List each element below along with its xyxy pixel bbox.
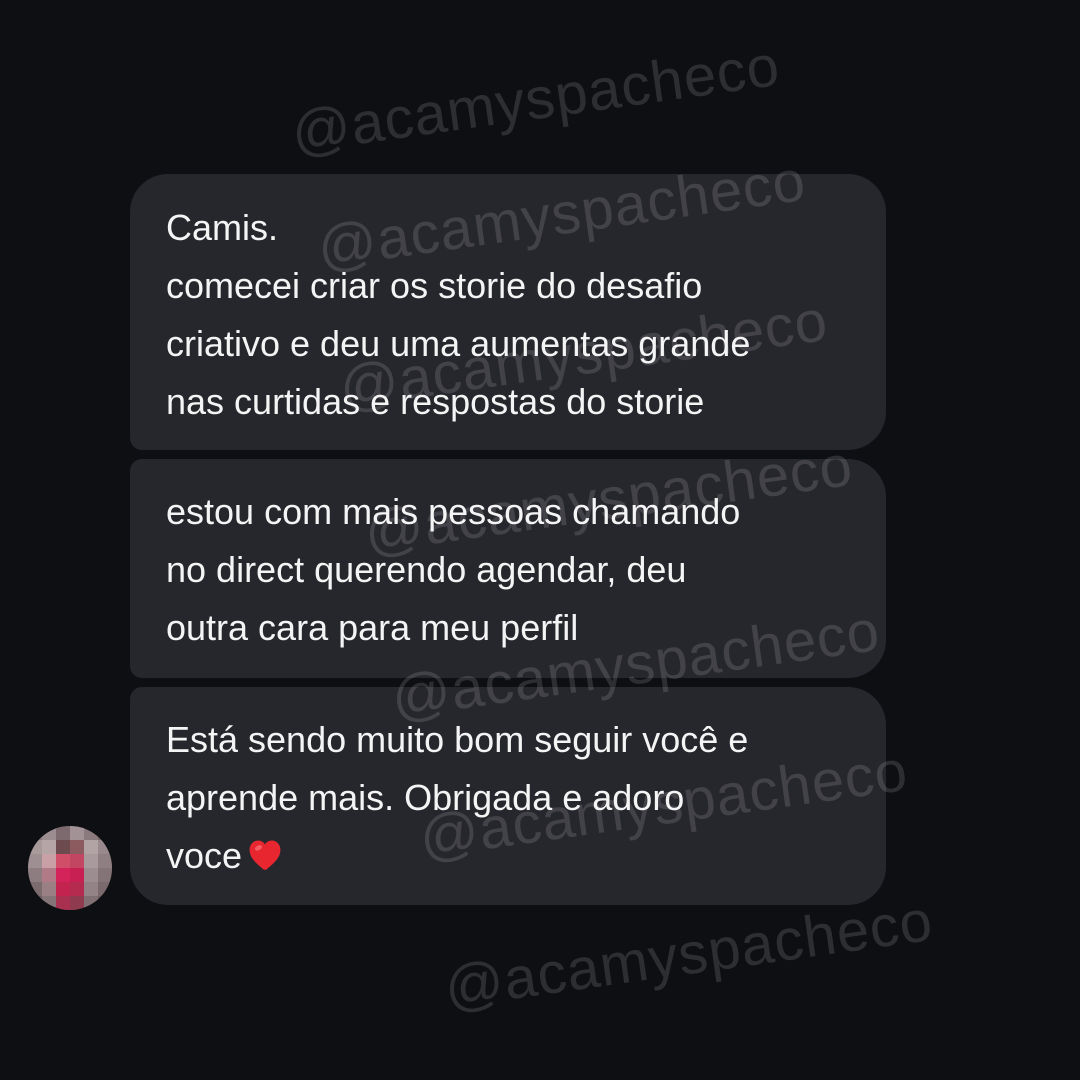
message-text-line: nas curtidas e respostas do storie bbox=[166, 381, 705, 422]
watermark: @acamyspacheco bbox=[287, 32, 784, 166]
message-text: voce bbox=[166, 835, 243, 876]
red-heart-icon bbox=[249, 840, 281, 870]
message-bubble[interactable]: Camis. comecei criar os storie do desafi… bbox=[130, 174, 886, 450]
message-text-line: Camis. bbox=[166, 207, 279, 248]
message-text-line: Está sendo muito bom seguir você e bbox=[166, 719, 749, 760]
watermark: @acamyspacheco bbox=[440, 887, 937, 1021]
message-text-line: estou com mais pessoas chamando bbox=[166, 491, 741, 532]
chat-screen: Camis. comecei criar os storie do desafi… bbox=[0, 0, 1080, 1080]
message-text-line-last: voce bbox=[166, 827, 862, 885]
message-bubble[interactable]: estou com mais pessoas chamando no direc… bbox=[130, 459, 886, 678]
message-bubble[interactable]: Está sendo muito bom seguir você e apren… bbox=[130, 687, 886, 905]
avatar[interactable] bbox=[28, 826, 112, 910]
message-text-line: criativo e deu uma aumentas grande bbox=[166, 323, 751, 364]
message-text-line: comecei criar os storie do desafio bbox=[166, 265, 703, 306]
message-text-line: aprende mais. Obrigada e adoro bbox=[166, 777, 685, 818]
message-text-line: no direct querendo agendar, deu bbox=[166, 549, 687, 590]
message-text-line: outra cara para meu perfil bbox=[166, 607, 579, 648]
